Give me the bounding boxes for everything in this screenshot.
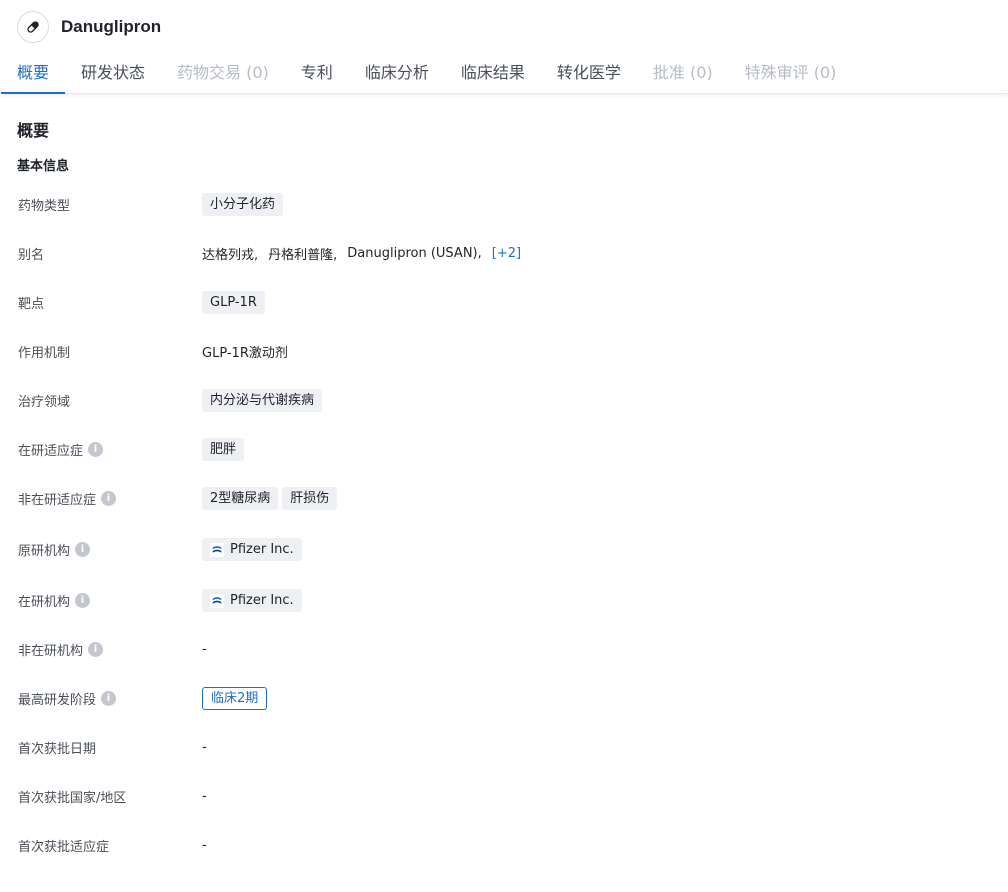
tag-therapeutic-area[interactable]: 内分泌与代谢疾病 xyxy=(202,389,323,412)
label-drug-type: 药物类型 xyxy=(18,199,71,214)
label-mechanism: 作用机制 xyxy=(18,346,71,361)
label-inactive-indication-text: 非在研适应症 xyxy=(18,493,97,508)
tag-target[interactable]: GLP-1R xyxy=(202,291,265,314)
info-rows: 药物类型 小分子化药 别名 达格列戎, 丹格利普隆, Danuglipron (… xyxy=(17,180,991,870)
info-icon[interactable]: i xyxy=(75,542,91,557)
tab-translational-medicine[interactable]: 转化医学 xyxy=(541,53,637,93)
tag-indication[interactable]: 2型糖尿病 xyxy=(202,487,279,510)
tag-indication[interactable]: 肥胖 xyxy=(202,438,245,461)
alias-item: 丹格利普隆, xyxy=(268,248,338,263)
overview-content: 概要 基本信息 药物类型 小分子化药 别名 达格列戎, 丹格利普隆, Danug… xyxy=(0,120,1008,870)
row-active-indication: 在研适应症 i 肥胖 xyxy=(17,425,991,474)
pfizer-logo-icon xyxy=(210,593,224,608)
page-header: Danuglipron xyxy=(0,0,1008,54)
tab-bar: 概要 研发状态 药物交易 (0) 专利 临床分析 临床结果 转化医学 批准 (0… xyxy=(0,54,1008,94)
value-alias: 达格列戎, 丹格利普隆, Danuglipron (USAN), [+2] xyxy=(202,244,521,263)
section-title: 概要 xyxy=(17,121,50,140)
drug-name: Danuglipron xyxy=(61,17,162,36)
row-alias: 别名 达格列戎, 丹格利普隆, Danuglipron (USAN), [+2] xyxy=(17,229,991,278)
tab-patents[interactable]: 专利 xyxy=(285,53,349,93)
value-inactive-org: - xyxy=(202,642,207,657)
info-icon[interactable]: i xyxy=(75,593,91,608)
tag-indication[interactable]: 肝损伤 xyxy=(282,487,338,510)
row-first-approval-country: 首次获批国家/地区 - xyxy=(17,772,991,821)
info-icon[interactable]: i xyxy=(101,691,117,706)
tag-organization[interactable]: Pfizer Inc. xyxy=(202,589,302,612)
row-mechanism: 作用机制 GLP-1R激动剂 xyxy=(17,327,991,376)
info-icon[interactable]: i xyxy=(88,642,104,657)
tab-overview[interactable]: 概要 xyxy=(1,53,66,94)
row-highest-phase: 最高研发阶段 i 临床2期 xyxy=(17,674,991,723)
row-first-approval-date: 首次获批日期 - xyxy=(17,723,991,772)
row-drug-type: 药物类型 小分子化药 xyxy=(17,180,991,229)
info-icon[interactable]: i xyxy=(101,491,117,506)
value-active-indication: 肥胖 xyxy=(202,438,245,461)
label-originator: 原研机构 i xyxy=(17,540,202,559)
label-first-approval-country: 首次获批国家/地区 xyxy=(18,791,127,806)
tab-special-review: 特殊审评 (0) xyxy=(744,63,837,82)
row-target: 靶点 GLP-1R xyxy=(17,278,991,327)
pfizer-logo-icon xyxy=(210,542,224,557)
row-first-approval-indication: 首次获批适应症 - xyxy=(17,821,991,870)
value-originator: Pfizer Inc. xyxy=(202,538,302,561)
label-therapeutic-area: 治疗领域 xyxy=(18,395,71,410)
value-mechanism[interactable]: GLP-1R激动剂 xyxy=(202,342,288,361)
label-active-indication-text: 在研适应症 xyxy=(18,444,84,459)
tag-drug-type[interactable]: 小分子化药 xyxy=(202,193,284,216)
label-inactive-org-text: 非在研机构 xyxy=(18,644,84,659)
tag-organization[interactable]: Pfizer Inc. xyxy=(202,538,302,561)
tab-clinical-analysis[interactable]: 临床分析 xyxy=(349,53,445,93)
row-active-org: 在研机构 i Pfizer Inc. xyxy=(17,576,991,625)
info-icon[interactable]: i xyxy=(88,442,104,457)
label-alias: 别名 xyxy=(18,248,45,263)
tag-phase[interactable]: 临床2期 xyxy=(202,687,268,710)
label-inactive-org: 非在研机构 i xyxy=(17,640,202,659)
value-first-approval-country: - xyxy=(202,789,207,804)
label-first-approval-date: 首次获批日期 xyxy=(18,742,97,757)
row-inactive-indication: 非在研适应症 i 2型糖尿病 肝损伤 xyxy=(17,474,991,523)
row-therapeutic-area: 治疗领域 内分泌与代谢疾病 xyxy=(17,376,991,425)
row-inactive-org: 非在研机构 i - xyxy=(17,625,991,674)
alias-more-link[interactable]: [+2] xyxy=(492,246,521,261)
value-therapeutic-area: 内分泌与代谢疾病 xyxy=(202,389,323,412)
value-inactive-indication: 2型糖尿病 肝损伤 xyxy=(202,487,338,510)
label-highest-phase-text: 最高研发阶段 xyxy=(18,693,97,708)
tab-clinical-results[interactable]: 临床结果 xyxy=(445,53,541,93)
label-active-org-text: 在研机构 xyxy=(18,595,71,610)
label-first-approval-indication: 首次获批适应症 xyxy=(18,840,110,855)
value-first-approval-indication: - xyxy=(202,838,207,853)
label-inactive-indication: 非在研适应症 i xyxy=(17,489,202,508)
label-originator-text: 原研机构 xyxy=(18,544,71,559)
value-target: GLP-1R xyxy=(202,291,265,314)
label-target: 靶点 xyxy=(18,297,45,312)
label-active-org: 在研机构 i xyxy=(17,591,202,610)
tab-approvals: 批准 (0) xyxy=(652,63,713,82)
pill-icon xyxy=(17,11,49,43)
basic-info-title: 基本信息 xyxy=(17,159,70,174)
tab-deals: 药物交易 (0) xyxy=(177,63,269,82)
value-highest-phase: 临床2期 xyxy=(202,687,268,710)
label-active-indication: 在研适应症 i xyxy=(17,440,202,459)
organization-name: Pfizer Inc. xyxy=(230,542,294,557)
alias-item: Danuglipron (USAN), xyxy=(347,246,482,261)
value-active-org: Pfizer Inc. xyxy=(202,589,302,612)
value-drug-type: 小分子化药 xyxy=(202,193,284,216)
organization-name: Pfizer Inc. xyxy=(230,593,294,608)
value-first-approval-date: - xyxy=(202,740,207,755)
tab-rd-status[interactable]: 研发状态 xyxy=(65,53,161,93)
label-highest-phase: 最高研发阶段 i xyxy=(17,689,202,708)
row-originator: 原研机构 i Pfizer Inc. xyxy=(17,523,991,576)
alias-item: 达格列戎, xyxy=(202,248,259,263)
